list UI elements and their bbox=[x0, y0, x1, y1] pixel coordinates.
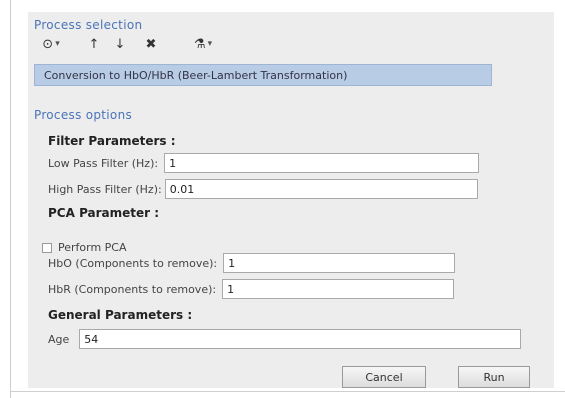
general-parameters-heading: General Parameters : bbox=[48, 308, 193, 322]
move-up-button[interactable]: ↑ bbox=[84, 35, 104, 53]
delete-icon: ✖ bbox=[145, 36, 157, 52]
high-pass-input[interactable] bbox=[164, 179, 478, 199]
window-bottom-border bbox=[10, 391, 565, 392]
tools-icon: ⚗ bbox=[193, 36, 206, 52]
high-pass-label: High Pass Filter (Hz): bbox=[48, 182, 162, 196]
move-down-button[interactable]: ↓ bbox=[110, 35, 130, 53]
tools-menu-button[interactable]: ⚗ ▾ bbox=[188, 35, 218, 53]
age-input[interactable] bbox=[79, 329, 522, 349]
run-button-label: Run bbox=[483, 370, 505, 384]
arrow-down-icon: ↓ bbox=[114, 36, 126, 52]
hbo-components-input[interactable] bbox=[223, 253, 456, 273]
process-options-title: Process options bbox=[34, 108, 133, 122]
high-pass-row: High Pass Filter (Hz): bbox=[48, 178, 478, 200]
process-selection-title: Process selection bbox=[34, 18, 143, 32]
low-pass-label: Low Pass Filter (Hz): bbox=[48, 156, 159, 170]
process-toolbar: ⊙ ▾ ↑ ↓ ✖ ⚗ ▾ bbox=[36, 34, 218, 54]
run-button[interactable]: Run bbox=[458, 366, 530, 388]
low-pass-row: Low Pass Filter (Hz): bbox=[48, 152, 480, 174]
selected-process-item[interactable]: Conversion to HbO/HbR (Beer-Lambert Tran… bbox=[34, 64, 492, 86]
chevron-down-icon: ▾ bbox=[207, 39, 213, 49]
selected-process-label: Conversion to HbO/HbR (Beer-Lambert Tran… bbox=[44, 68, 348, 82]
cancel-button[interactable]: Cancel bbox=[342, 366, 426, 388]
chevron-down-icon: ▾ bbox=[55, 39, 60, 49]
low-pass-input[interactable] bbox=[164, 153, 480, 173]
age-row: Age bbox=[48, 328, 522, 350]
hbo-components-row: HbO (Components to remove): bbox=[48, 252, 456, 274]
delete-process-button[interactable]: ✖ bbox=[140, 35, 162, 53]
add-process-button[interactable]: ⊙ ▾ bbox=[36, 35, 66, 53]
hbr-components-row: HbR (Components to remove): bbox=[48, 278, 455, 300]
pca-parameter-heading: PCA Parameter : bbox=[48, 206, 160, 220]
perform-pca-checkbox[interactable] bbox=[42, 242, 52, 253]
hbr-components-input[interactable] bbox=[222, 279, 455, 299]
process-dialog: Process selection ⊙ ▾ ↑ ↓ ✖ ⚗ ▾ Conversi… bbox=[28, 12, 554, 388]
cancel-button-label: Cancel bbox=[365, 370, 403, 384]
hbr-components-label: HbR (Components to remove): bbox=[48, 282, 217, 296]
age-label: Age bbox=[48, 332, 70, 346]
hbo-components-label: HbO (Components to remove): bbox=[48, 256, 218, 270]
circle-icon: ⊙ bbox=[42, 36, 54, 52]
filter-parameters-heading: Filter Parameters : bbox=[48, 134, 176, 148]
window-left-border bbox=[10, 0, 11, 398]
arrow-up-icon: ↑ bbox=[88, 36, 100, 52]
